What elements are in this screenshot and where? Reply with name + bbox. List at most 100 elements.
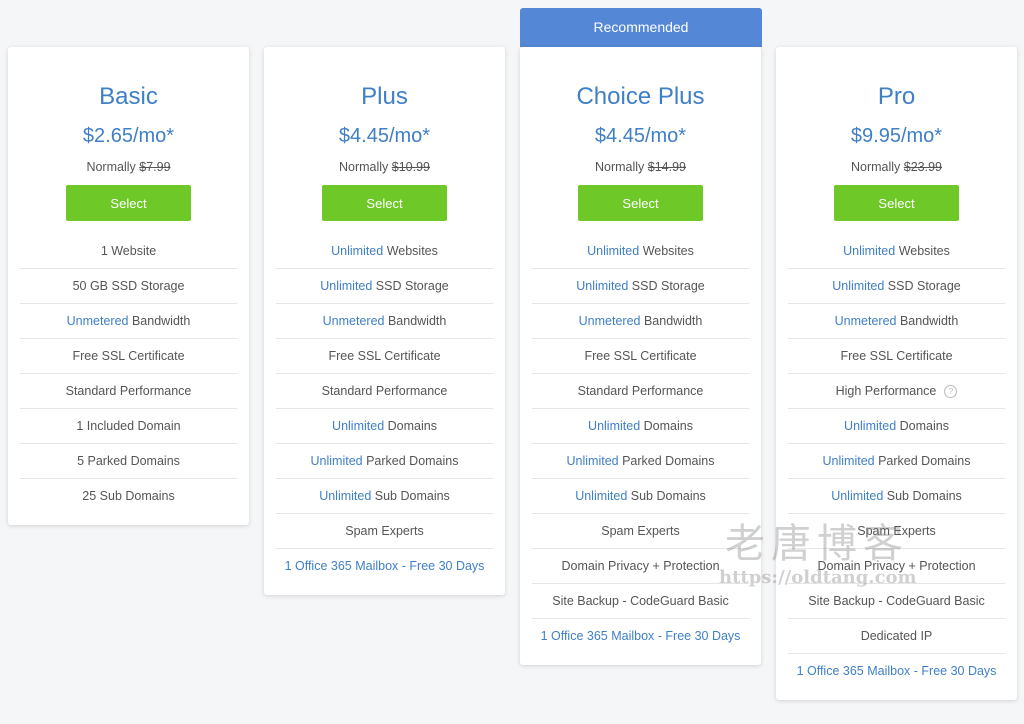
normal-price: Normally $7.99 (8, 159, 249, 175)
office365-link[interactable]: 1 Office 365 Mailbox - Free 30 Days (797, 664, 997, 678)
old-price: $14.99 (647, 160, 687, 174)
office365-link[interactable]: 1 Office 365 Mailbox - Free 30 Days (285, 559, 485, 573)
feature-item: Unmetered Bandwidth (532, 304, 749, 339)
feature-text: Site Backup - CodeGuard Basic (552, 594, 729, 608)
feature-text: Free SSL Certificate (72, 349, 185, 363)
feature-text: Websites (639, 244, 694, 258)
feature-item: Unlimited Domains (276, 409, 493, 444)
feature-text: Free SSL Certificate (328, 349, 441, 363)
normally-label: Normally (86, 160, 136, 174)
feature-text: 25 Sub Domains (82, 489, 175, 503)
feature-item: Unlimited SSD Storage (788, 269, 1005, 304)
feature-item: Unlimited SSD Storage (532, 269, 749, 304)
feature-item: 1 Office 365 Mailbox - Free 30 Days (276, 549, 493, 583)
plan-name: Plus (361, 83, 408, 110)
feature-text: Sub Domains (371, 489, 450, 503)
normal-price: Normally $14.99 (520, 159, 761, 175)
feature-text: Free SSL Certificate (584, 349, 697, 363)
select-button[interactable]: Select (834, 185, 959, 221)
feature-highlight: Unmetered (66, 314, 129, 328)
feature-text: Spam Experts (857, 524, 936, 538)
feature-item: Free SSL Certificate (20, 339, 237, 374)
feature-highlight: Unlimited (588, 419, 641, 433)
feature-item: Unmetered Bandwidth (788, 304, 1005, 339)
feature-item: 5 Parked Domains (20, 444, 237, 479)
normally-label: Normally (338, 160, 389, 174)
plan-name: Basic (99, 83, 158, 110)
feature-highlight: Unmetered (834, 314, 897, 328)
plan-card-plus: Plus $4.45/mo* Normally $10.99 Select Unlimi… (264, 47, 505, 595)
select-button[interactable]: Select (66, 185, 191, 221)
old-price: $23.99 (903, 160, 943, 174)
feature-highlight: Unlimited (576, 279, 629, 293)
feature-text: Site Backup - CodeGuard Basic (808, 594, 985, 608)
feature-highlight: Unlimited (332, 419, 385, 433)
normal-price: Normally $23.99 (776, 159, 1017, 175)
feature-item: 1 Office 365 Mailbox - Free 30 Days (532, 619, 749, 653)
feature-item: Unlimited SSD Storage (276, 269, 493, 304)
feature-text: SSD Storage (628, 279, 705, 293)
feature-item: Unlimited Sub Domains (788, 479, 1005, 514)
feature-text: Standard Performance (577, 384, 704, 398)
feature-item: Domain Privacy + Protection (788, 549, 1005, 584)
plan-card-choice-plus: Choice Plus $4.45/mo* Normally $14.99 Selec… (520, 47, 761, 665)
feature-text: Websites (895, 244, 950, 258)
help-icon[interactable]: ? (944, 385, 958, 399)
feature-text: Domain Privacy + Protection (817, 559, 976, 573)
feature-item: Unlimited Parked Domains (276, 444, 493, 479)
feature-item: Unlimited Websites (788, 234, 1005, 269)
feature-item: Free SSL Certificate (276, 339, 493, 374)
recommended-banner: Recommended (520, 8, 762, 47)
feature-text: Parked Domains (618, 454, 715, 468)
feature-item: Unlimited Domains (532, 409, 749, 444)
feature-highlight: Unlimited (832, 279, 885, 293)
feature-text: 1 Included Domain (76, 419, 181, 433)
feature-highlight: Unlimited (831, 489, 884, 503)
feature-text: Bandwidth (640, 314, 703, 328)
feature-text: SSD Storage (372, 279, 449, 293)
feature-item: Spam Experts (276, 514, 493, 549)
feature-text: 1 Website (100, 244, 157, 258)
feature-item: Free SSL Certificate (532, 339, 749, 374)
feature-item: Standard Performance (532, 374, 749, 409)
old-price: $7.99 (139, 160, 171, 174)
feature-text: Parked Domains (362, 454, 459, 468)
feature-text: Spam Experts (601, 524, 680, 538)
select-button[interactable]: Select (322, 185, 447, 221)
feature-item: Unlimited Parked Domains (788, 444, 1005, 479)
feature-item: Unmetered Bandwidth (276, 304, 493, 339)
office365-link[interactable]: 1 Office 365 Mailbox - Free 30 Days (541, 629, 741, 643)
normal-price: Normally $10.99 (264, 159, 505, 175)
feature-item: Site Backup - CodeGuard Basic (532, 584, 749, 619)
plan-price: $4.45/mo* (594, 125, 687, 147)
normally-label: Normally (850, 160, 901, 174)
feature-text: Bandwidth (896, 314, 959, 328)
feature-text: Sub Domains (627, 489, 706, 503)
feature-highlight: Unlimited (843, 244, 896, 258)
feature-list: Unlimited Websites Unlimited SSD Storage U… (276, 234, 493, 583)
feature-item: Unmetered Bandwidth (20, 304, 237, 339)
feature-text: Bandwidth (128, 314, 191, 328)
plan-card-pro: Pro $9.95/mo* Normally $23.99 Select Unlimit… (776, 47, 1017, 700)
feature-highlight: Unlimited (575, 489, 628, 503)
feature-text: Domains (384, 419, 437, 433)
feature-item: Free SSL Certificate (788, 339, 1005, 374)
feature-list: 1 Website 50 GB SSD Storage Unmetered Band… (20, 234, 237, 513)
feature-text: Domain Privacy + Protection (561, 559, 720, 573)
feature-highlight: Unlimited (566, 454, 619, 468)
feature-item: Spam Experts (532, 514, 749, 549)
feature-item: Unlimited Sub Domains (276, 479, 493, 514)
feature-text: SSD Storage (884, 279, 961, 293)
plan-card-basic: Basic $2.65/mo* Normally $7.99 Select 1 Webs… (8, 47, 249, 525)
select-button[interactable]: Select (578, 185, 703, 221)
feature-text: Free SSL Certificate (840, 349, 953, 363)
feature-item: Unlimited Parked Domains (532, 444, 749, 479)
feature-item: 1 Website (20, 234, 237, 269)
normally-label: Normally (594, 160, 645, 174)
feature-item: Unlimited Websites (276, 234, 493, 269)
feature-text: 5 Parked Domains (77, 454, 180, 468)
feature-item: Dedicated IP (788, 619, 1005, 654)
feature-item: Unlimited Domains (788, 409, 1005, 444)
feature-item: Site Backup - CodeGuard Basic (788, 584, 1005, 619)
feature-text: Dedicated IP (860, 629, 933, 643)
